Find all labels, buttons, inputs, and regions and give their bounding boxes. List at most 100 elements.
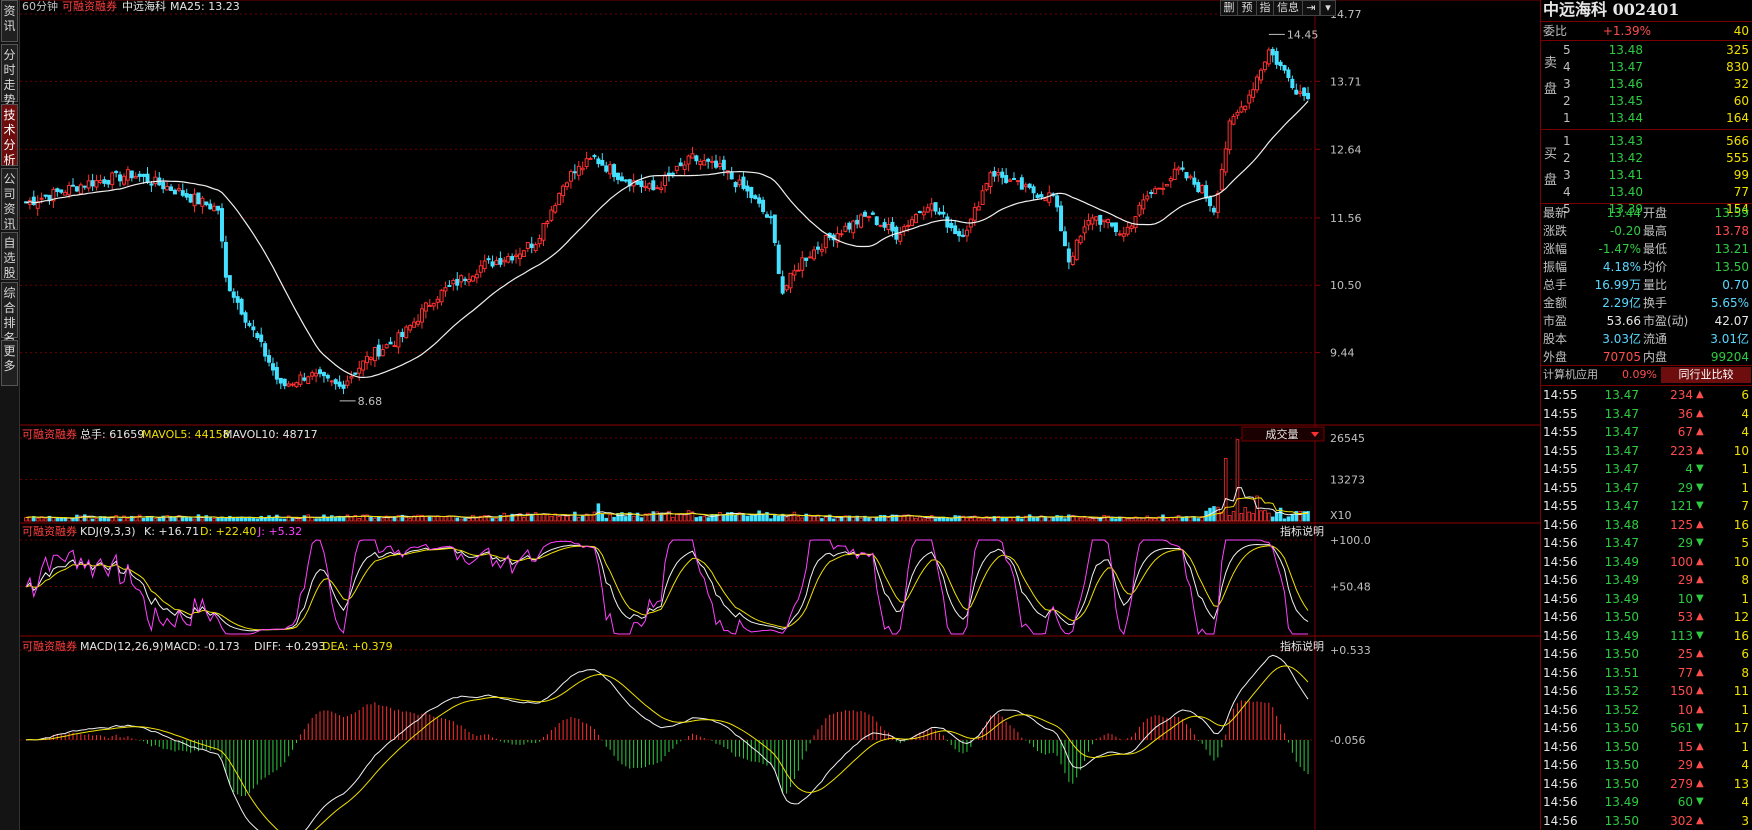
volume-bar: [577, 516, 581, 522]
stat-label: 总手: [1543, 278, 1568, 292]
toolbar-button-3[interactable]: 信息: [1273, 0, 1303, 16]
candle-body: [180, 190, 185, 196]
candle-body: [1113, 222, 1118, 233]
volume-bar: [1031, 517, 1036, 522]
volume-axis-label: 26545: [1330, 432, 1365, 445]
volume-bar: [251, 517, 256, 522]
candle-body: [1137, 204, 1142, 216]
toolbar-button-0[interactable]: 删: [1220, 0, 1238, 16]
arrow-up-icon: ▲: [1696, 574, 1704, 585]
candle-body: [913, 213, 918, 224]
weibi-count: 40: [1733, 24, 1749, 38]
volume-bar: [753, 514, 757, 522]
volume-bar: [1020, 518, 1024, 522]
candle-body: [706, 158, 711, 162]
stat-row: 振幅 4.18% 均价 13.50: [1541, 258, 1752, 276]
volume-bar: [980, 518, 985, 522]
candle-body: [443, 287, 448, 292]
volume-bar: [1169, 517, 1173, 522]
tick-count: 10: [1733, 554, 1749, 569]
candle-body: [819, 248, 824, 252]
tick-row: 14:55 13.47 29 ▼ 1: [1541, 479, 1752, 497]
candle-body: [565, 182, 570, 188]
stat-label: 开盘: [1643, 206, 1668, 220]
side-tab-3[interactable]: 公司资讯: [1, 168, 18, 231]
candle-body: [1129, 225, 1134, 229]
candle-body: [106, 180, 111, 185]
compare-industry-button[interactable]: 同行业比较: [1661, 367, 1751, 383]
volume-bar: [282, 518, 287, 522]
kdj-explain-button[interactable]: 指标说明: [1280, 524, 1324, 538]
tick-price: 13.50: [1604, 758, 1639, 772]
ask-level-1[interactable]: 1 13.44 164: [1541, 109, 1752, 127]
margin-tag: 可融资融券: [62, 0, 117, 13]
volume-bar: [1267, 512, 1271, 522]
tick-price: 13.47: [1604, 480, 1639, 495]
candle-body: [498, 257, 503, 265]
side-tab-6[interactable]: 更多: [1, 340, 18, 386]
volume-bar: [279, 518, 283, 522]
volume-bar: [373, 517, 377, 522]
volume-bar: [196, 514, 201, 522]
tick-price: 13.47: [1604, 499, 1639, 513]
candle-body: [545, 221, 550, 225]
candle-body: [933, 202, 938, 212]
tick-count: 16: [1733, 628, 1749, 643]
candle-body: [957, 231, 962, 237]
volume-bar: [51, 517, 56, 522]
stock-name-label: 中远海科: [122, 0, 166, 13]
candle-body: [1262, 61, 1267, 71]
volume-bar: [290, 517, 295, 522]
candle-body: [1015, 180, 1020, 183]
side-tab-2[interactable]: 技术分析: [1, 104, 18, 167]
side-tab-1[interactable]: 分时走势: [1, 44, 18, 107]
candle-body: [47, 194, 52, 201]
tick-count: 13: [1733, 776, 1749, 791]
candle-body: [717, 163, 722, 168]
tick-volume: 77: [1677, 665, 1693, 680]
volume-bar: [298, 518, 303, 522]
volume-bar: [330, 515, 334, 522]
volume-bar: [318, 518, 322, 522]
tick-price: 13.52: [1604, 702, 1639, 717]
volume-bar: [141, 517, 146, 522]
price-axis-label: 11.56: [1330, 212, 1362, 225]
candle-body: [200, 197, 205, 207]
kdj-j-value: J: +5.32: [257, 525, 302, 538]
arrow-up-icon: ▲: [1696, 814, 1704, 826]
candle-body: [506, 255, 511, 263]
arrow-down-icon: ▼: [1696, 796, 1704, 807]
volume-bar: [945, 518, 950, 522]
candle-body: [1200, 185, 1205, 194]
candle-body: [125, 169, 130, 181]
side-tab-5[interactable]: 综合排名: [1, 282, 18, 345]
tick-price: 13.47: [1604, 388, 1639, 402]
tick-count: 10: [1733, 443, 1749, 458]
side-tab-4[interactable]: 自选股: [1, 232, 18, 280]
stat-value: 13.78: [1714, 224, 1749, 238]
toolbar-button-4[interactable]: ⇥: [1302, 0, 1320, 16]
tick-row: 14:56 13.50 15 ▲ 1: [1541, 738, 1752, 756]
tick-volume: 302: [1670, 813, 1693, 828]
tick-volume: 25: [1677, 647, 1693, 661]
tick-price: 13.50: [1604, 721, 1639, 735]
candle-body: [557, 192, 562, 206]
side-tab-0[interactable]: 资讯: [1, 0, 18, 42]
volume-bar: [1004, 517, 1008, 522]
candle-body: [663, 175, 668, 187]
toolbar-button-5[interactable]: ▾: [1320, 0, 1336, 16]
candle-body: [486, 258, 491, 261]
toolbar-button-2[interactable]: 指: [1256, 0, 1274, 16]
tick-time: 14:56: [1543, 702, 1578, 717]
candle-body: [1208, 196, 1213, 207]
tick-count: 3: [1741, 813, 1749, 828]
toolbar-button-1[interactable]: 预: [1237, 0, 1257, 16]
candle-body: [996, 171, 1001, 176]
volume-bar: [694, 517, 699, 522]
kline-chart[interactable]: 14.7713.7112.6411.5610.509.4414.458.6860…: [20, 0, 1540, 830]
candle-body: [643, 185, 648, 188]
macd-explain-button[interactable]: 指标说明: [1280, 639, 1324, 653]
candle-body: [1004, 175, 1009, 183]
candle-body: [188, 194, 193, 203]
volume-bar: [126, 518, 130, 522]
